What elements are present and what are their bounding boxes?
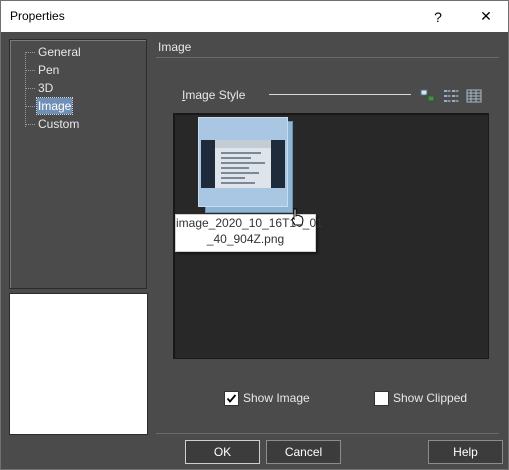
- hand-cursor-icon: [291, 208, 304, 226]
- help-icon: ?: [434, 8, 442, 25]
- category-tree: General Pen 3D Image Custom: [9, 39, 147, 289]
- close-button[interactable]: ✕: [463, 1, 509, 32]
- properties-dialog: Properties ? ✕ General Pen 3D Image Cust…: [0, 0, 509, 470]
- ok-button[interactable]: OK: [185, 440, 260, 464]
- tree-item-label: General: [38, 45, 81, 59]
- window-title: Properties: [10, 9, 65, 23]
- list-view-icon[interactable]: [443, 89, 459, 103]
- show-image-label: Show Image: [243, 391, 310, 405]
- tree-item-label: Pen: [38, 63, 60, 77]
- close-icon: ✕: [480, 8, 492, 24]
- help-title-button[interactable]: ?: [415, 1, 461, 32]
- tree-item-label: Image: [35, 97, 74, 115]
- checkmark-icon: [226, 394, 237, 403]
- image-style-label: Image Style: [182, 88, 246, 102]
- caption-line-2: _40_904Z.png: [206, 232, 285, 246]
- help-button[interactable]: Help: [428, 440, 503, 464]
- tree-connector: [25, 54, 26, 127]
- section-title: Image: [158, 40, 192, 54]
- image-thumbnail[interactable]: [198, 117, 288, 207]
- section-divider: [156, 57, 499, 58]
- show-image-checkbox[interactable]: [224, 391, 239, 406]
- thumbnail-image: [201, 140, 285, 188]
- tree-item-label: Custom: [38, 117, 80, 131]
- details-view-icon[interactable]: [466, 89, 482, 103]
- cancel-button[interactable]: Cancel: [266, 440, 341, 464]
- large-icons-view-icon[interactable]: [420, 89, 436, 103]
- tree-item-label: 3D: [38, 81, 54, 95]
- preview-pane: [9, 293, 148, 435]
- image-style-divider: [269, 94, 411, 95]
- show-clipped-checkbox[interactable]: [374, 391, 389, 406]
- show-clipped-label: Show Clipped: [393, 391, 468, 405]
- title-bar: Properties ? ✕: [1, 1, 508, 32]
- footer-divider: [156, 433, 499, 434]
